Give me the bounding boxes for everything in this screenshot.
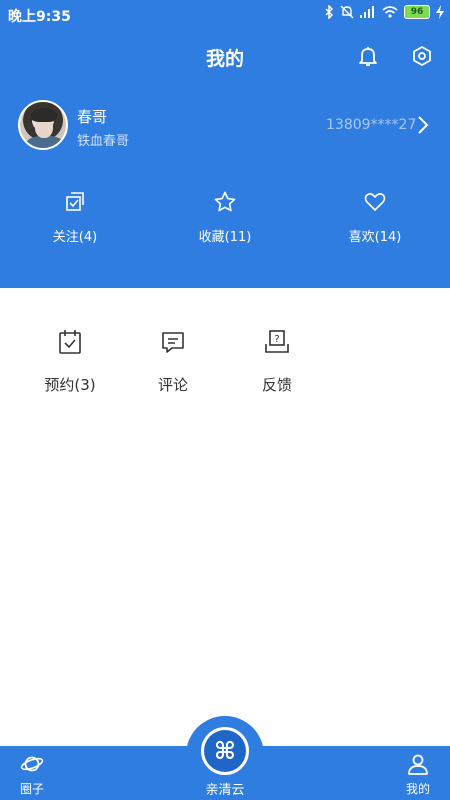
wifi-icon [382,6,398,18]
feedback-icon: ? [265,330,289,353]
star-icon [214,191,236,212]
person-icon [408,754,428,775]
profile-row[interactable]: 春哥 铁血春哥 13809****27 [0,100,450,154]
tools-row: 预约(3) 评论 ? 反馈 [0,328,450,408]
page-title: 我的 [205,48,244,70]
bell-icon[interactable] [356,44,380,68]
profile-phone: 13809****27 [326,117,417,133]
tab-circle[interactable]: 圈子 [12,752,52,797]
stat-like[interactable]: 喜欢(14) [300,190,450,245]
battery-icon: 96 [404,5,430,19]
tool-reservation-label: 预约(3) [44,376,96,394]
tab-mine[interactable]: 我的 [398,752,438,797]
tool-comment-label: 评论 [157,376,188,394]
planet-icon [20,756,44,772]
stat-favorite[interactable]: 收藏(11) [150,190,300,245]
tool-reservation[interactable]: 预约(3) [20,328,120,395]
center-tab-button[interactable]: ⌘ [198,724,252,778]
stat-favorite-label: 收藏(11) [198,230,252,245]
tab-mine-label: 我的 [405,782,430,796]
top-bar: 我的 [0,36,450,76]
settings-icon[interactable] [410,44,434,68]
charging-icon [436,5,444,19]
command-icon: ⌘ [204,730,246,772]
header: 晚上9:35 96 我的 春哥 铁血春哥 13809****27 关注(4) 收… [0,0,450,288]
profile-subtitle: 铁血春哥 [77,134,130,149]
svg-text:?: ? [274,334,279,345]
tool-feedback[interactable]: ? 反馈 [227,328,327,395]
tool-feedback-label: 反馈 [261,376,292,394]
bluetooth-icon [325,5,334,19]
tool-comment[interactable]: 评论 [123,328,223,395]
stat-follow[interactable]: 关注(4) [0,190,150,245]
tab-center-label[interactable]: 亲清云 [185,779,265,798]
stat-like-label: 喜欢(14) [348,230,402,245]
calendar-icon [59,330,81,354]
mute-icon [340,5,354,19]
stats-row: 关注(4) 收藏(11) 喜欢(14) [0,190,450,250]
chevron-right-icon[interactable] [414,114,432,136]
follow-icon [66,192,84,211]
status-time: 晚上9:35 [8,9,71,25]
stat-follow-label: 关注(4) [52,230,98,245]
comment-icon [162,332,184,353]
signal-icon [360,6,374,18]
profile-name: 春哥 [77,108,108,126]
status-icons: 96 [324,5,444,19]
avatar[interactable] [18,100,68,150]
status-bar: 晚上9:35 96 [0,0,450,28]
tab-circle-label: 圈子 [19,782,44,796]
heart-icon [364,193,386,211]
